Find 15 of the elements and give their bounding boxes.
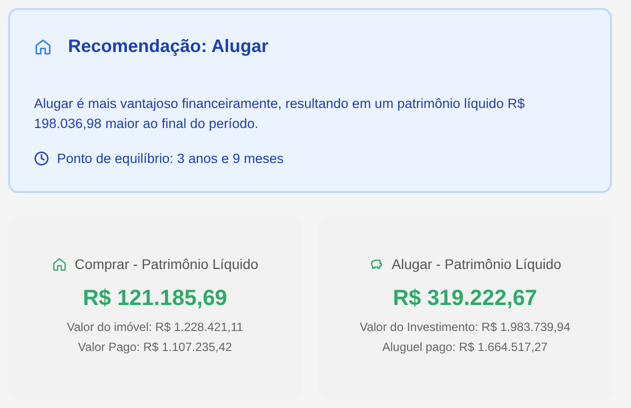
net-worth-value: R$ 121.185,69 (82, 284, 228, 312)
card-title: Alugar - Patrimônio Líquido (392, 254, 562, 274)
piggy-bank-icon (368, 256, 384, 272)
house-icon (52, 256, 67, 272)
breakeven-text: Ponto de equilíbrio: 3 anos e 9 meses (57, 150, 284, 168)
detail-text: Valor do imóvel: R$ 1.228.421,11 (66, 318, 244, 336)
recommendation-text: Alugar é mais vantajoso financeiramente, resultando em um patrimônio líquido R$ 198.036,98 maior ao final do período. (34, 94, 526, 133)
recommendation-title: Recomendação: Alugar (68, 36, 268, 58)
detail-text: Aluguel pago: R$ 1.664.517,27 (382, 338, 548, 356)
clock-icon (34, 151, 49, 166)
detail-text: Valor Pago: R$ 1.107.235,42 (78, 338, 232, 356)
detail-text: Valor do Investimento: R$ 1.983.739,94 (360, 318, 570, 336)
house-icon (34, 38, 52, 56)
net-worth-value: R$ 319.222,67 (392, 284, 538, 312)
card-title: Comprar - Patrimônio Líquido (74, 254, 258, 274)
